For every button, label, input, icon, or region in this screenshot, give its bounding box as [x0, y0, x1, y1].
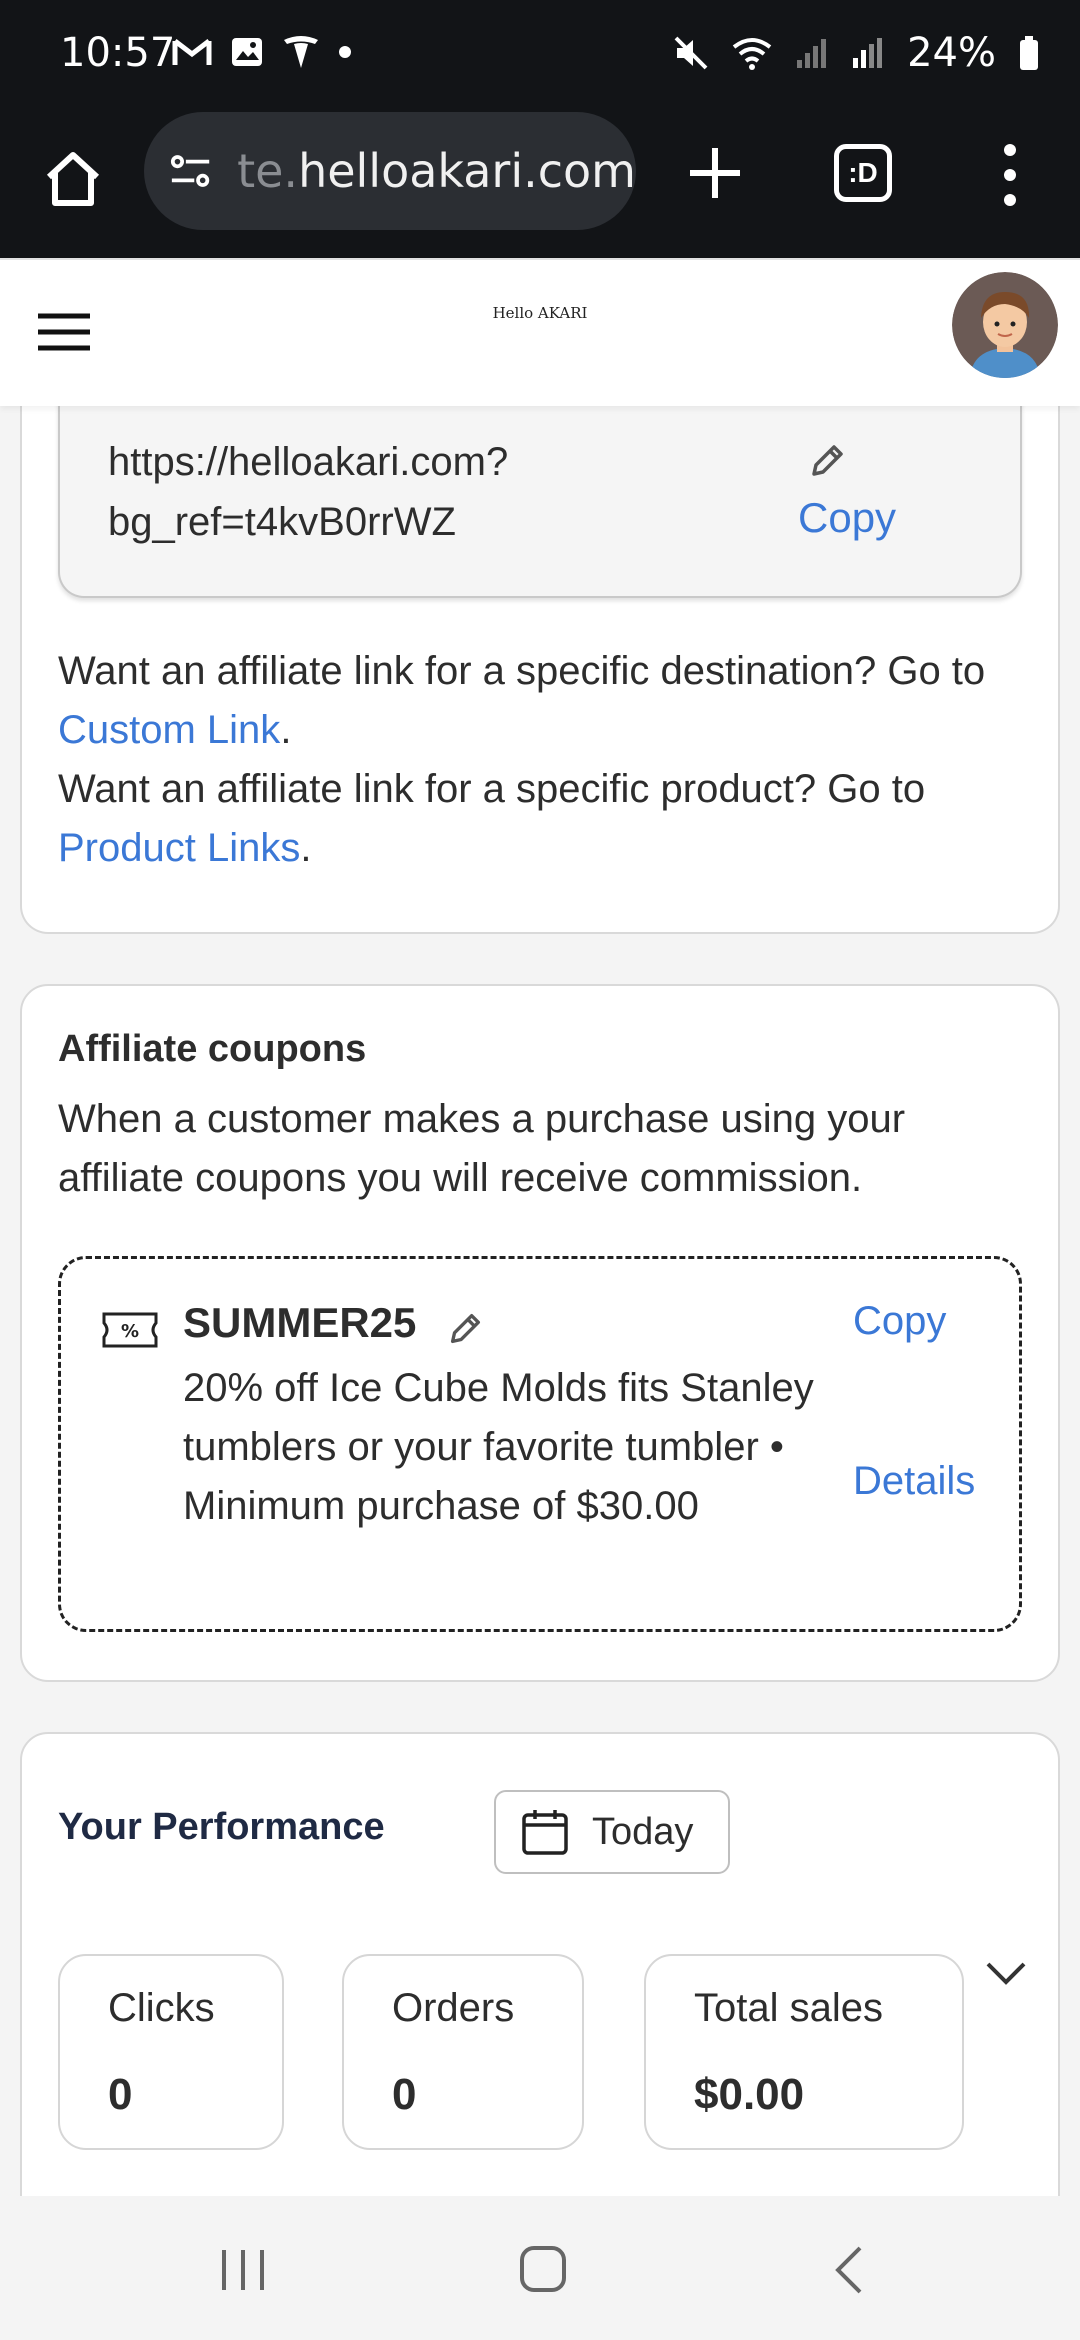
product-link-period: .: [300, 826, 312, 870]
signal-r-icon: [853, 38, 883, 68]
product-link-text: Want an affiliate link for a specific pr…: [58, 767, 926, 811]
stat-label: Clicks: [108, 1986, 215, 2030]
battery-level: 24%: [907, 30, 996, 76]
custom-link[interactable]: Custom Link: [58, 708, 280, 752]
system-nav-bar: [0, 2196, 1080, 2340]
back-icon[interactable]: [830, 2244, 866, 2296]
status-time: 10:57: [60, 30, 176, 76]
gmail-icon: [172, 39, 212, 65]
stat-label: Orders: [392, 1986, 515, 2030]
wifi-icon: [732, 38, 772, 70]
stat-card-orders: Orders 0: [342, 1954, 584, 2150]
performance-title: Your Performance: [58, 1806, 385, 1848]
battery-icon: [1020, 36, 1038, 70]
home-icon: [46, 152, 100, 206]
home-nav-icon[interactable]: [518, 2244, 568, 2294]
date-range-button[interactable]: Today: [494, 1790, 730, 1874]
address-bar[interactable]: te.helloakari.com: [144, 112, 636, 230]
site-header: Hello AKARI: [0, 258, 1080, 406]
recent-apps-icon[interactable]: [218, 2246, 268, 2294]
custom-link-text: Want an affiliate link for a specific de…: [58, 649, 986, 693]
coupons-description: When a customer makes a purchase using y…: [58, 1097, 906, 1200]
url-faded: te.: [237, 144, 299, 198]
coupon-item: % SUMMER25 20% off Ice Cube Molds fits S…: [58, 1256, 1022, 1632]
stat-value: 0: [392, 2070, 417, 2119]
stat-card-clicks: Clicks 0: [58, 1954, 284, 2150]
system-icons: 24%: [673, 30, 1040, 76]
plus-icon[interactable]: [680, 138, 750, 208]
coupon-details-button[interactable]: Details: [853, 1459, 975, 1504]
url-text: te.helloakari.com: [237, 144, 636, 198]
coupon-details-text: 20% off Ice Cube Molds fits Stanley tumb…: [183, 1366, 814, 1528]
stat-value: $0.00: [694, 2070, 805, 2119]
copy-coupon-button[interactable]: Copy: [853, 1299, 946, 1344]
svg-text:%: %: [121, 1321, 139, 1342]
referral-url[interactable]: https://helloakari.com? bg_ref=t4kvB0rrW…: [108, 432, 628, 552]
tesla-icon: [284, 36, 318, 68]
url-domain: helloakari.com: [298, 144, 636, 198]
ticket-percent-icon: %: [102, 1312, 158, 1348]
calendar-icon: [522, 1810, 568, 1855]
referral-url-line2: bg_ref=t4kvB0rrWZ: [108, 500, 456, 544]
coupon-code: SUMMER25: [183, 1299, 417, 1346]
dot-icon: [339, 46, 351, 58]
more-vert-icon[interactable]: [990, 140, 1030, 210]
gallery-icon: [232, 38, 262, 66]
pencil-icon[interactable]: [445, 1309, 485, 1349]
avatar[interactable]: [952, 272, 1058, 378]
home-button[interactable]: [38, 144, 108, 214]
tune-icon[interactable]: [170, 151, 211, 191]
product-links-link[interactable]: Product Links: [58, 826, 300, 870]
mute-icon: [674, 36, 708, 70]
copy-link-button[interactable]: Copy: [798, 494, 896, 542]
referral-link-box: https://helloakari.com? bg_ref=t4kvB0rrW…: [58, 380, 1022, 598]
custom-link-period: .: [280, 708, 292, 752]
referral-url-line1: https://helloakari.com?: [108, 440, 509, 484]
site-logo[interactable]: Hello AKARI: [0, 304, 1080, 322]
notification-icons: [172, 34, 352, 70]
stat-label: Total sales: [694, 1986, 883, 2030]
pencil-icon[interactable]: [806, 440, 848, 482]
custom-link-prompt: Want an affiliate link for a specific de…: [58, 642, 1038, 878]
coupons-title: Affiliate coupons: [58, 1028, 367, 1070]
date-range-label: Today: [592, 1810, 694, 1853]
stat-card-total-sales: Total sales $0.00: [644, 1954, 964, 2150]
status-bar: 10:57 24%: [0, 0, 1080, 110]
chevron-down-icon[interactable]: [982, 1956, 1030, 1990]
stat-value: 0: [108, 2070, 133, 2119]
signal-icon: [797, 39, 827, 68]
tab-switcher-button[interactable]: :D: [834, 144, 892, 202]
browser-toolbar: te.helloakari.com :D: [0, 110, 1080, 258]
